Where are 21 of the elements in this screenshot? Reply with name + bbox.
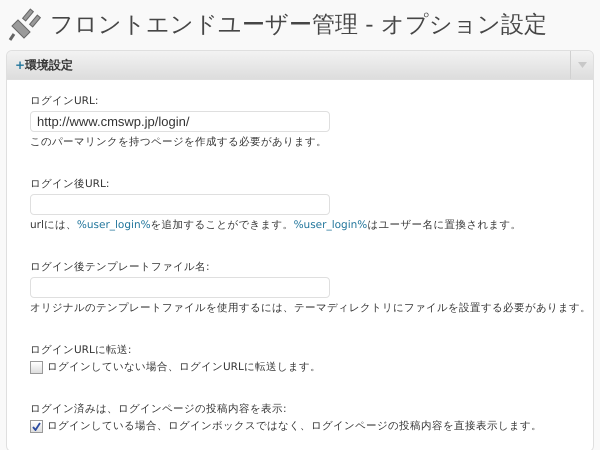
- checkbox-label: ログインしていない場合、ログインURLに転送します。: [47, 360, 321, 374]
- input-field[interactable]: http://www.cmswp.jp/login/: [30, 111, 330, 132]
- input-field[interactable]: [30, 277, 330, 298]
- page-title: フロントエンドユーザー管理 - オプション設定: [50, 10, 547, 40]
- expand-mark[interactable]: +: [15, 58, 26, 72]
- input-field[interactable]: [30, 194, 330, 215]
- field-label: ログイン後URL:: [30, 177, 110, 191]
- field-label: ログイン後テンプレートファイル名:: [30, 260, 211, 274]
- checkbox[interactable]: [30, 360, 43, 374]
- dropdown-arrow-icon[interactable]: [578, 62, 586, 68]
- checkbox[interactable]: [30, 420, 43, 432]
- field-description: このパーマリンクを持つページを作成する必要があります。: [30, 135, 328, 149]
- field-description: オリジナルのテンプレートファイルを使用するには、テーマディレクトリにファイルを設置する必要があります。: [30, 301, 592, 315]
- field-label: ログインURLに転送:: [30, 343, 132, 357]
- checkbox-label: ログインしている場合、ログインボックスではなく、ログインページの投稿内容を直接表示します。: [47, 419, 542, 433]
- panel-header[interactable]: +環境設定: [7, 51, 593, 80]
- field-label: ログイン済みは、ログインページの投稿内容を表示:: [30, 402, 288, 416]
- panel-title: 環境設定: [25, 56, 74, 74]
- plug-icon: [8, 6, 44, 42]
- field-label: ログインURL:: [30, 94, 100, 108]
- field-description: urlには、%user_login%を追加することができます。%user_login%はユーザー名に置換されます。: [30, 218, 522, 232]
